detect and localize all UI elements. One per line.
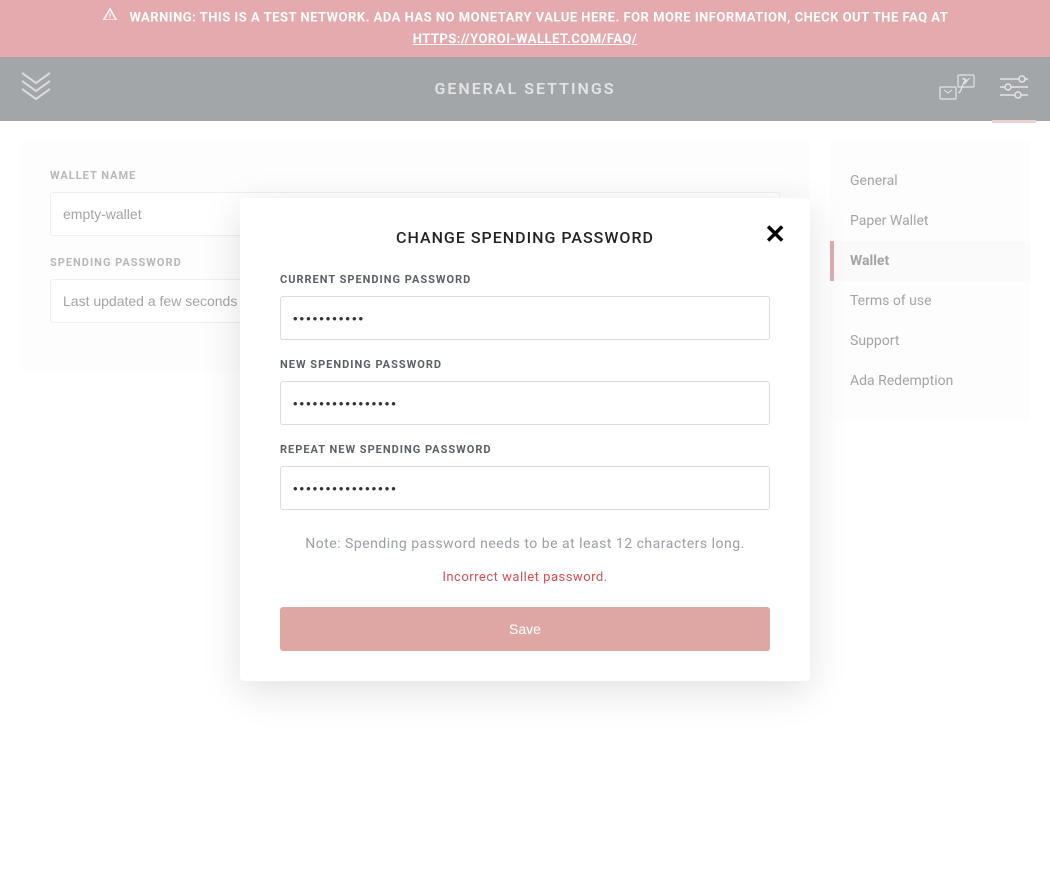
modal-title: CHANGE SPENDING PASSWORD xyxy=(270,228,780,247)
repeat-password-group: REPEAT NEW SPENDING PASSWORD xyxy=(270,443,780,510)
modal-overlay[interactable]: CHANGE SPENDING PASSWORD ✕ CURRENT SPEND… xyxy=(0,0,1050,888)
repeat-password-input[interactable] xyxy=(280,466,770,510)
close-icon[interactable]: ✕ xyxy=(764,222,786,248)
repeat-password-label: REPEAT NEW SPENDING PASSWORD xyxy=(280,443,770,456)
new-password-group: NEW SPENDING PASSWORD xyxy=(270,358,780,425)
current-password-input[interactable] xyxy=(280,296,770,340)
save-button[interactable]: Save xyxy=(280,607,770,651)
current-password-group: CURRENT SPENDING PASSWORD xyxy=(270,273,780,340)
new-password-input[interactable] xyxy=(280,381,770,425)
current-password-label: CURRENT SPENDING PASSWORD xyxy=(280,273,770,286)
change-password-modal: CHANGE SPENDING PASSWORD ✕ CURRENT SPEND… xyxy=(240,198,810,681)
new-password-label: NEW SPENDING PASSWORD xyxy=(280,358,770,371)
password-note: Note: Spending password needs to be at l… xyxy=(270,536,780,552)
error-message: Incorrect wallet password. xyxy=(270,570,780,585)
